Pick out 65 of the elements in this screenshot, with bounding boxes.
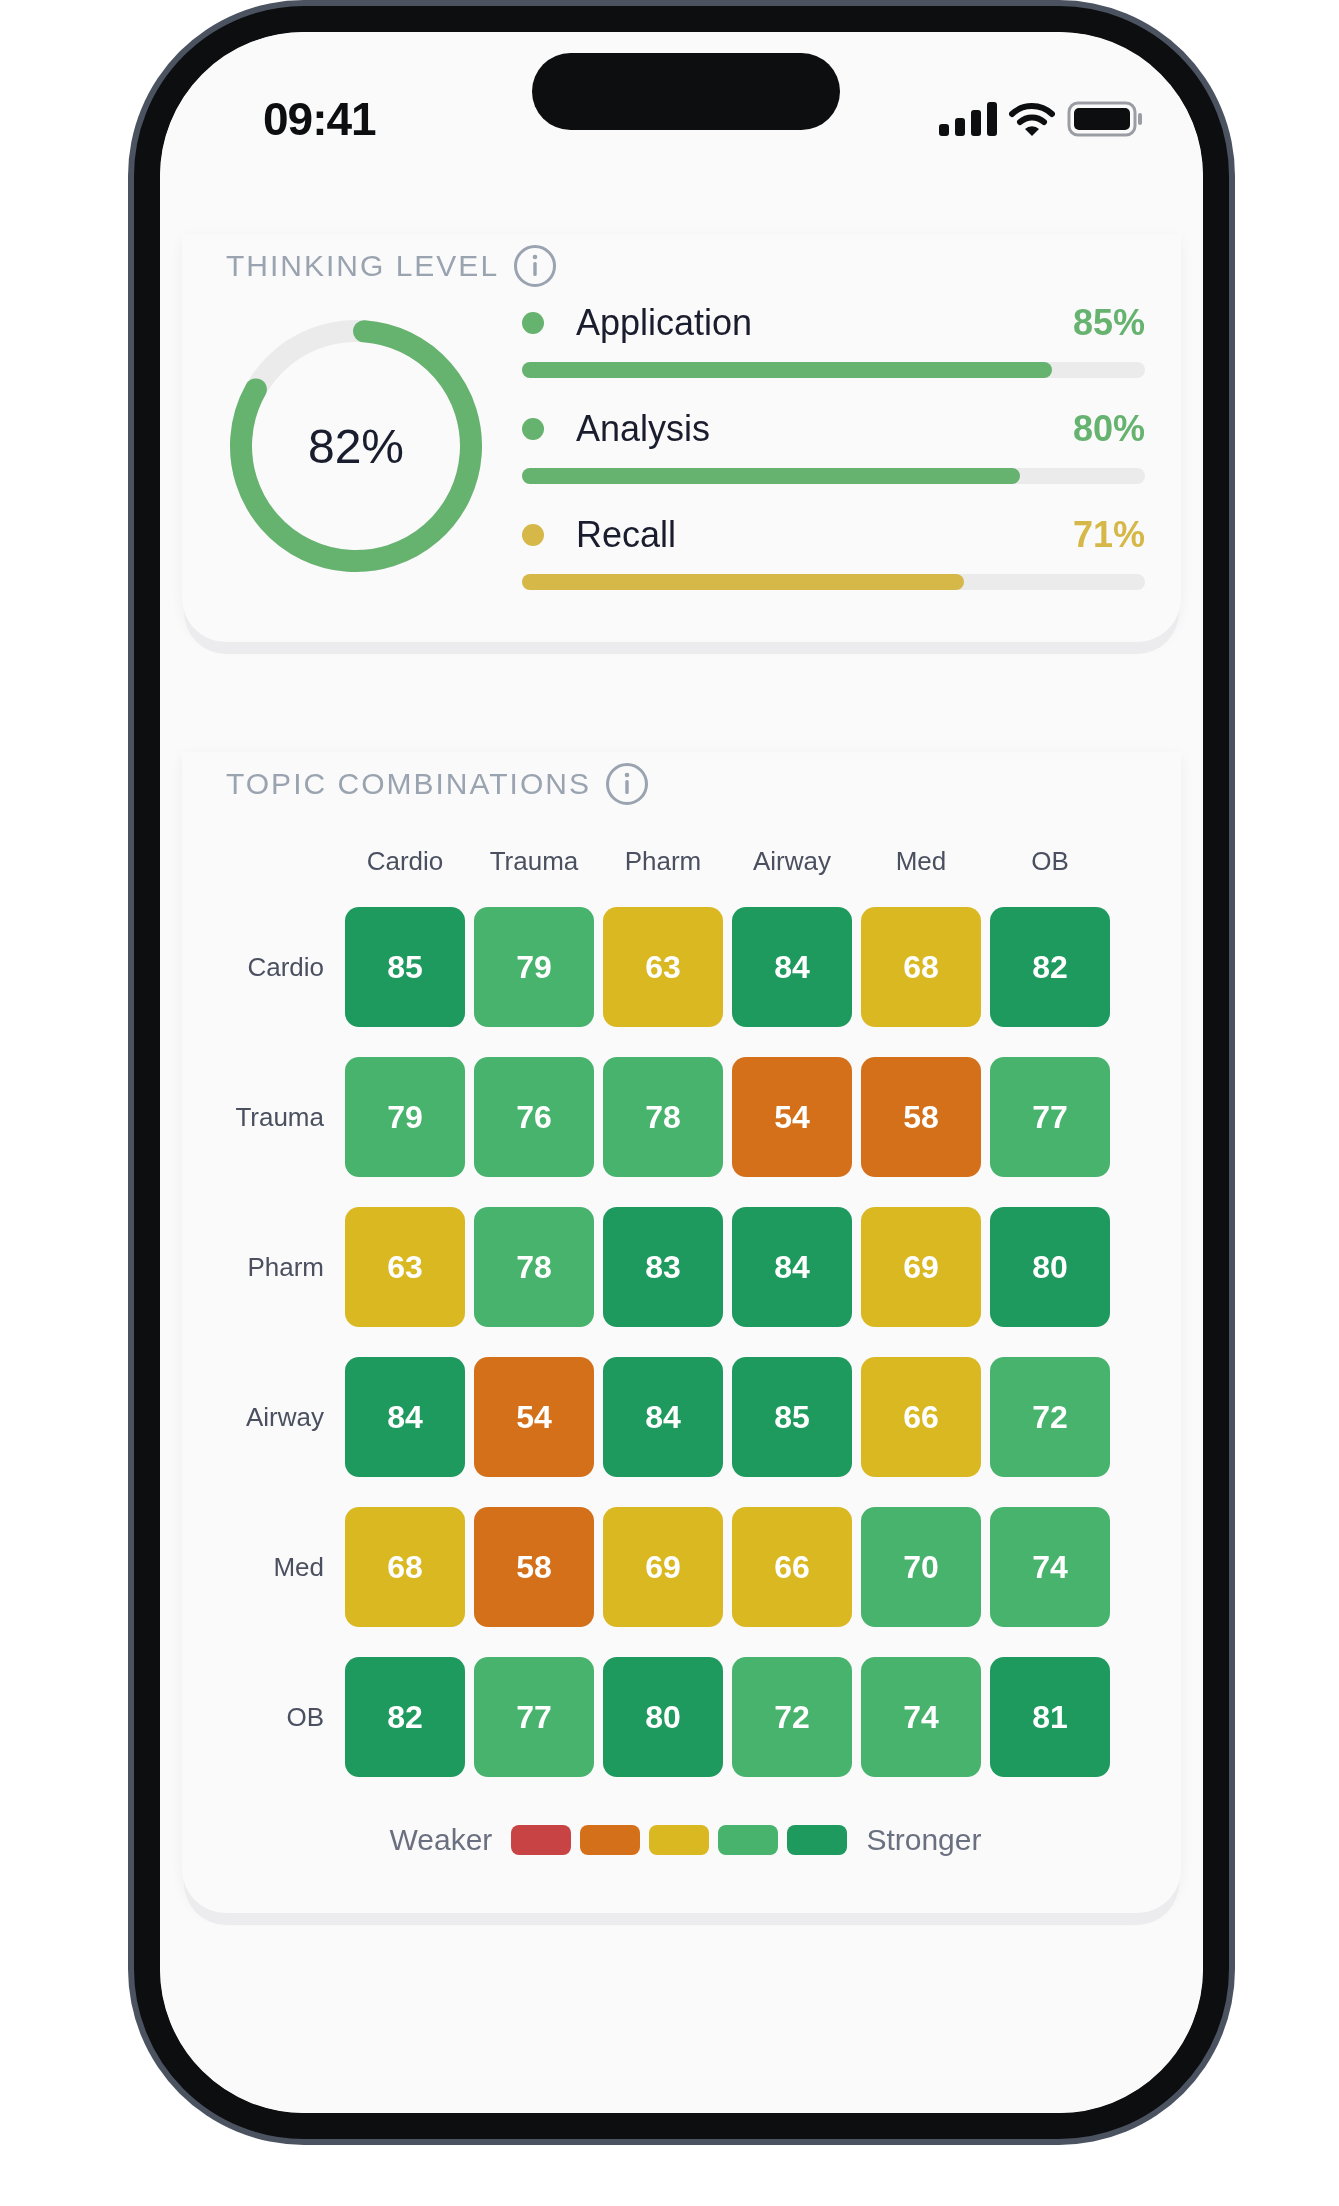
heatmap-cell: 82 — [345, 1657, 465, 1777]
wifi-icon — [1009, 101, 1055, 137]
row-header: OB — [285, 1701, 325, 1733]
heatmap-cell: 85 — [732, 1357, 852, 1477]
section-title: THINKING LEVEL — [226, 249, 500, 283]
heatmap-cell: 80 — [603, 1657, 723, 1777]
heatmap-cell: 84 — [345, 1357, 465, 1477]
heatmap-cell: 76 — [474, 1057, 594, 1177]
row-header: Med — [272, 1551, 325, 1583]
legend-label: Weaker — [389, 1823, 493, 1857]
column-header: OB — [1030, 846, 1070, 877]
heatmap-cell: 82 — [990, 907, 1110, 1027]
heatmap-cell: 69 — [603, 1507, 723, 1627]
battery-icon — [1067, 101, 1143, 137]
row-header: Pharm — [246, 1251, 325, 1283]
heatmap-cell: 72 — [732, 1657, 852, 1777]
skill-label: Recall — [576, 514, 678, 556]
heatmap-cell: 81 — [990, 1657, 1110, 1777]
legend-label: Stronger — [866, 1823, 982, 1857]
heatmap-cell: 84 — [603, 1357, 723, 1477]
heatmap-cell: 69 — [861, 1207, 981, 1327]
heatmap-cell: 74 — [990, 1507, 1110, 1627]
heatmap-cell: 58 — [861, 1057, 981, 1177]
row-header: Cardio — [246, 951, 325, 983]
column-header: Airway — [752, 846, 832, 877]
heatmap-cell: 68 — [861, 907, 981, 1027]
row-header: Airway — [245, 1401, 325, 1433]
heatmap-cell: 72 — [990, 1357, 1110, 1477]
heatmap-cell: 70 — [861, 1507, 981, 1627]
skill-label: Application — [576, 302, 754, 344]
section-title: TOPIC COMBINATIONS — [226, 767, 591, 801]
info-icon[interactable] — [604, 762, 649, 806]
heatmap-cell: 66 — [861, 1357, 981, 1477]
skill-percent: 71% — [1072, 514, 1145, 556]
info-icon[interactable] — [513, 244, 558, 288]
heatmap-cell: 85 — [345, 907, 465, 1027]
overall-percent: 82% — [307, 418, 405, 474]
skill-percent: 85% — [1072, 302, 1145, 344]
heatmap-cell: 78 — [603, 1057, 723, 1177]
heatmap-cell: 54 — [732, 1057, 852, 1177]
heatmap-cell: 63 — [345, 1207, 465, 1327]
heatmap-cell: 77 — [990, 1057, 1110, 1177]
heatmap-cell: 84 — [732, 1207, 852, 1327]
column-header: Pharm — [623, 846, 703, 877]
heatmap-cell: 54 — [474, 1357, 594, 1477]
heatmap-cell: 79 — [345, 1057, 465, 1177]
heatmap-cell: 83 — [603, 1207, 723, 1327]
column-header: Trauma — [488, 846, 580, 877]
signal-icon — [939, 102, 997, 136]
skill-label: Analysis — [576, 408, 712, 450]
column-header: Cardio — [365, 846, 445, 877]
heatmap-cell: 74 — [861, 1657, 981, 1777]
row-header: Trauma — [234, 1101, 325, 1133]
heatmap-cell: 58 — [474, 1507, 594, 1627]
heatmap-cell: 79 — [474, 907, 594, 1027]
heatmap-cell: 78 — [474, 1207, 594, 1327]
heatmap-cell: 84 — [732, 907, 852, 1027]
heatmap-cell: 63 — [603, 907, 723, 1027]
heatmap-cell: 68 — [345, 1507, 465, 1627]
heatmap-cell: 77 — [474, 1657, 594, 1777]
skill-percent: 80% — [1072, 408, 1145, 450]
heatmap-cell: 80 — [990, 1207, 1110, 1327]
status-time: 09:41 — [263, 92, 376, 146]
column-header: Med — [894, 846, 948, 877]
heatmap-cell: 66 — [732, 1507, 852, 1627]
